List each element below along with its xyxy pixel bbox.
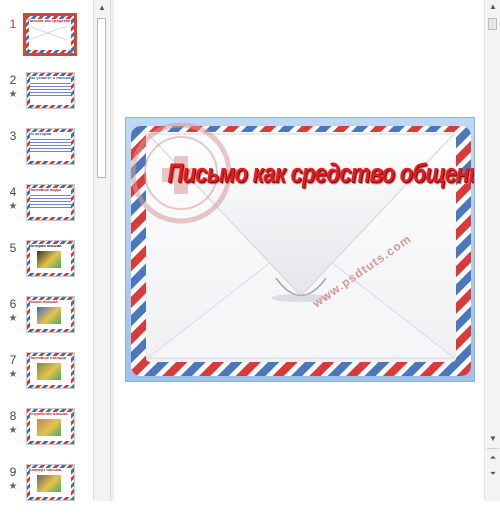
thumbnail-title: Языки письма xyxy=(29,299,58,304)
next-slide-icon[interactable]: ⏷ xyxy=(485,467,500,481)
slide-thumbnail-pane[interactable]: 1 Письмо как средство общения 2 ★ Вы узнаете… xyxy=(0,0,93,501)
slide-thumbnail-row[interactable]: 2 ★ Вы узнаете о письме xyxy=(0,72,93,122)
slide-thumbnail-row[interactable]: 8 ★ Устройство письма xyxy=(0,408,93,458)
current-slide[interactable]: www.psdtuts.com Письмо как средство обще… xyxy=(125,117,475,382)
star-icon[interactable]: ★ xyxy=(6,369,20,380)
star-icon[interactable]: ★ xyxy=(6,481,20,492)
thumbnail-title: Вы узнаете о письме xyxy=(29,75,71,80)
scrollbar-thumb[interactable] xyxy=(488,18,497,30)
powerpoint-window: 1 Письмо как средство общения 2 ★ Вы узнаете… xyxy=(0,0,500,501)
slide-thumbnail-row[interactable]: 6 ★ Языки письма xyxy=(0,296,93,346)
previous-slide-icon[interactable]: ⏶ xyxy=(485,451,500,465)
slide-number: 7 xyxy=(9,353,17,367)
thumbnail-title: Устройство письма xyxy=(29,411,68,416)
slide-thumbnail-row[interactable]: 5 История письма xyxy=(0,240,93,290)
thumbnail-title: Письмо как средство общения xyxy=(28,18,72,23)
slide-number: 6 xyxy=(9,297,17,311)
thumbnail-title: История письма xyxy=(29,243,62,248)
slide-number: 1 xyxy=(9,17,17,31)
slide-number: 5 xyxy=(9,241,17,255)
slide-title[interactable]: Письмо как средство общения xyxy=(167,158,474,189)
slide-scrollbar[interactable]: ▲ ▼ ⏶ ⏷ xyxy=(484,0,500,501)
slide-number: 8 xyxy=(9,409,17,423)
scrollbar-thumb[interactable] xyxy=(97,18,106,178)
slide-thumbnail-row[interactable]: 1 Письмо как средство общения xyxy=(0,13,93,66)
thumbnail-title: Почтовые виды xyxy=(29,187,61,192)
slide-thumbnail[interactable]: Вы узнаете о письме xyxy=(26,72,75,109)
slide-thumbnail[interactable]: История письма xyxy=(26,240,75,277)
thumbnail-scrollbar[interactable]: ▲ xyxy=(93,0,110,501)
slide-number: 2 xyxy=(9,73,17,87)
slide-thumbnail-row[interactable]: 4 ★ Почтовые виды xyxy=(0,184,93,234)
slide-number: 3 xyxy=(9,129,17,143)
slide-number: 9 xyxy=(9,465,17,479)
slide-thumbnail[interactable]: Почтовые виды xyxy=(26,184,75,221)
slide-thumbnail[interactable]: Письмо как средство общения xyxy=(23,13,77,56)
scroll-down-icon[interactable]: ▼ xyxy=(485,432,500,446)
slide-thumbnail[interactable]: Почтовые станции xyxy=(26,352,75,389)
slide-thumbnail-row[interactable]: 9 ★ Конверт письма xyxy=(0,464,93,514)
star-icon[interactable]: ★ xyxy=(6,425,20,436)
slide-thumbnail[interactable]: Из истории xyxy=(26,128,75,165)
star-icon[interactable]: ★ xyxy=(6,89,20,100)
star-icon[interactable]: ★ xyxy=(6,313,20,324)
slide-thumbnail[interactable]: Конверт письма xyxy=(26,464,75,501)
thumbnail-title: Почтовые станции xyxy=(29,355,67,360)
slide-thumbnail-row[interactable]: 3 Из истории xyxy=(0,128,93,178)
scroll-up-icon[interactable]: ▲ xyxy=(485,0,500,14)
thumbnail-title: Из истории xyxy=(29,131,52,136)
slide-thumbnail-row[interactable]: 7 ★ Почтовые станции xyxy=(0,352,93,402)
scroll-up-icon[interactable]: ▲ xyxy=(94,0,110,16)
slide-thumbnail[interactable]: Языки письма xyxy=(26,296,75,333)
thumbnail-title: Конверт письма xyxy=(29,467,62,472)
slide-thumbnail[interactable]: Устройство письма xyxy=(26,408,75,445)
slide-number: 4 xyxy=(9,185,17,199)
star-icon[interactable]: ★ xyxy=(6,201,20,212)
